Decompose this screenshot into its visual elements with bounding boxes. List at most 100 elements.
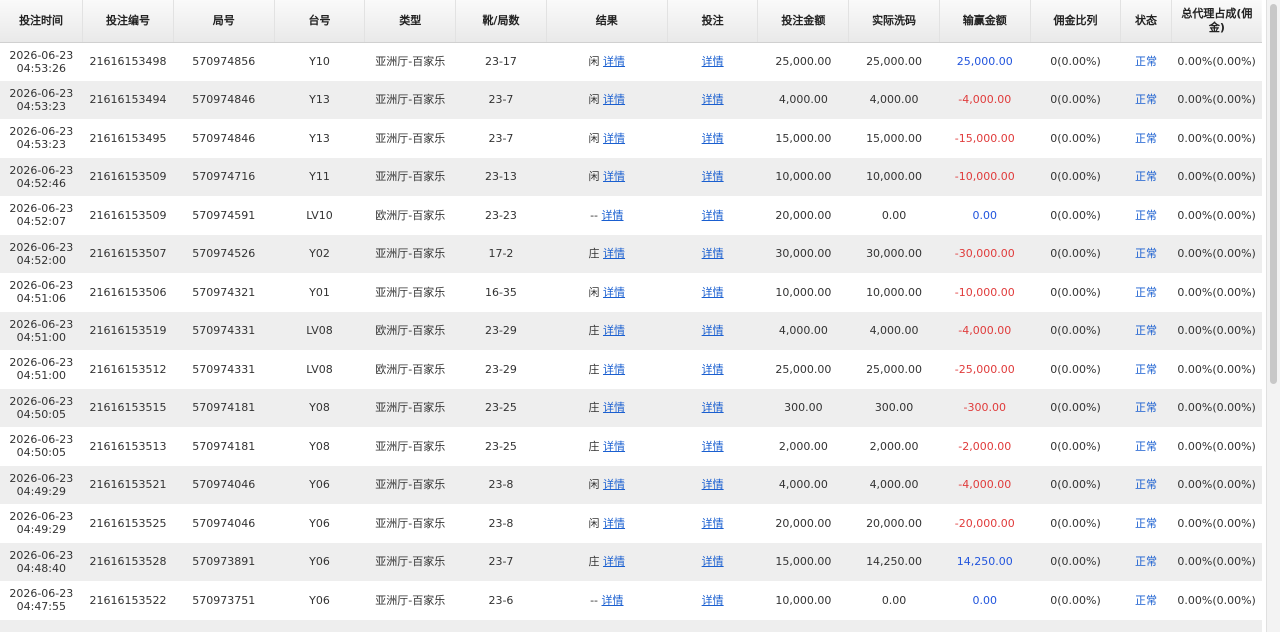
bet-id: 21616153507 [89, 247, 167, 261]
col-header-bet-id: 投注编号 [82, 0, 174, 43]
status-link[interactable]: 正常 [1135, 55, 1157, 68]
status-link[interactable]: 正常 [1135, 440, 1157, 453]
status-link[interactable]: 正常 [1135, 478, 1157, 491]
bet-detail-link[interactable]: 详情 [702, 517, 724, 530]
status-link[interactable]: 正常 [1135, 286, 1157, 299]
type-cell [365, 620, 456, 632]
col-header-status: 状态 [1120, 0, 1172, 43]
bet-detail-link[interactable]: 详情 [702, 55, 724, 68]
vertical-scrollbar[interactable] [1266, 0, 1280, 632]
commission-cell: 0(0.00%) [1030, 119, 1121, 158]
result-detail-link[interactable]: 详情 [603, 324, 625, 337]
type-cell: 亚洲厅-百家乐 [365, 42, 456, 81]
status-link[interactable]: 正常 [1135, 324, 1157, 337]
table-no-cell: Y06 [274, 581, 365, 620]
bet-detail-link[interactable]: 详情 [702, 401, 724, 414]
result-detail-link[interactable]: 详情 [603, 363, 625, 376]
status-link[interactable]: 正常 [1135, 363, 1157, 376]
bet-detail-link[interactable]: 详情 [702, 286, 724, 299]
table-row: 2026-06-23 04:53:26 21616153498 570974856 Y1… [0, 42, 1262, 81]
status-link[interactable]: 正常 [1135, 93, 1157, 106]
agent-share: 0.00%(0.00%) [1177, 170, 1256, 184]
bet-id-cell: 21616153495 [83, 119, 174, 158]
status-cell: 正常 [1121, 543, 1171, 582]
status-cell: 正常 [1121, 581, 1171, 620]
agent-share: 0.00%(0.00%) [1177, 93, 1256, 107]
bet-detail-link[interactable]: 详情 [702, 93, 724, 106]
shoe-cell: 23-25 [456, 389, 547, 428]
round-no: 570974046 [192, 478, 256, 492]
bet-amount: 10,000.00 [775, 285, 832, 299]
result-detail-link[interactable]: 详情 [603, 55, 625, 68]
result-cell: 庄 详情 [546, 427, 667, 466]
bet-id-cell: 21616153521 [83, 466, 174, 505]
shoe-round: 16-35 [484, 285, 517, 299]
agent-share: 0.00%(0.00%) [1177, 285, 1256, 299]
agent-share: 0.00%(0.00%) [1177, 55, 1256, 68]
status-link[interactable]: 正常 [1135, 209, 1157, 222]
table-no: LV08 [306, 362, 333, 376]
status-link[interactable]: 正常 [1135, 594, 1157, 607]
result-detail-link[interactable]: 详情 [603, 478, 625, 491]
wash-cell: 300.00 [849, 389, 940, 428]
bet-detail-link[interactable]: 详情 [702, 247, 724, 260]
status-link[interactable]: 正常 [1135, 401, 1157, 414]
winloss-cell: -4,000.00 [939, 81, 1030, 120]
table-no: Y10 [309, 55, 330, 68]
winloss-cell: -4,000.00 [939, 312, 1030, 351]
result-detail-link[interactable]: 详情 [602, 209, 624, 222]
type-cell: 欧洲厅-百家乐 [365, 350, 456, 389]
bet-amount-cell: 2,000.00 [758, 427, 849, 466]
round-no-cell: 570974321 [173, 273, 274, 312]
result-cell: -- 详情 [546, 196, 667, 235]
result-detail-link[interactable]: 详情 [602, 594, 624, 607]
status-cell: 正常 [1121, 350, 1171, 389]
result-detail-link[interactable]: 详情 [603, 132, 625, 145]
bet-cell: 详情 [667, 196, 758, 235]
agent-share: 0.00%(0.00%) [1177, 208, 1256, 222]
table-no: Y01 [309, 285, 330, 299]
scrollbar-thumb[interactable] [1270, 4, 1277, 384]
table-row: 2026-06-23 04:53:23 21616153495 570974846 Y1… [0, 119, 1262, 158]
result-detail-link[interactable]: 详情 [603, 401, 625, 414]
result-cell: 闲 详情 [546, 158, 667, 197]
result-detail-link[interactable]: 详情 [603, 286, 625, 299]
bet-time: 04:50:05 [16, 446, 67, 460]
result-detail-link[interactable]: 详情 [603, 517, 625, 530]
bet-amount: 20,000.00 [775, 516, 832, 530]
shoe-round: 23-17 [484, 55, 517, 68]
bet-cell: 详情 [667, 312, 758, 351]
commission-cell: 0(0.00%) [1030, 466, 1121, 505]
status-link[interactable]: 正常 [1135, 555, 1157, 568]
status-link[interactable]: 正常 [1135, 517, 1157, 530]
bet-detail-link[interactable]: 详情 [702, 594, 724, 607]
col-header-commission: 佣金比列 [1029, 0, 1121, 43]
type-cell: 亚洲厅-百家乐 [365, 389, 456, 428]
bet-detail-link[interactable]: 详情 [702, 363, 724, 376]
round-no: 570974046 [192, 516, 256, 530]
bet-detail-link[interactable]: 详情 [702, 132, 724, 145]
result-detail-link[interactable]: 详情 [603, 93, 625, 106]
bet-detail-link[interactable]: 详情 [702, 324, 724, 337]
col-header-bet-amount: 投注金额 [757, 0, 849, 43]
result-detail-link[interactable]: 详情 [603, 170, 625, 183]
result-detail-link[interactable]: 详情 [603, 247, 625, 260]
bet-detail-link[interactable]: 详情 [702, 555, 724, 568]
bet-detail-link[interactable]: 详情 [702, 478, 724, 491]
bet-detail-link[interactable]: 详情 [702, 440, 724, 453]
result-cell: 闲 详情 [546, 119, 667, 158]
result-detail-link[interactable]: 详情 [603, 555, 625, 568]
status-link[interactable]: 正常 [1135, 132, 1157, 145]
bet-time: 04:49:29 [16, 484, 67, 498]
bet-detail-link[interactable]: 详情 [702, 209, 724, 222]
shoe-cell: 23-17 [456, 42, 547, 81]
bet-detail-link[interactable]: 详情 [702, 170, 724, 183]
commission-cell: 0(0.00%) [1030, 427, 1121, 466]
status-link[interactable]: 正常 [1135, 170, 1157, 183]
bet-time: 04:51:06 [16, 292, 67, 306]
status-link[interactable]: 正常 [1135, 247, 1157, 260]
bet-time: 04:52:46 [16, 176, 67, 190]
result-detail-link[interactable]: 详情 [603, 440, 625, 453]
table-no-cell: Y08 [274, 427, 365, 466]
col-header-round-no: 局号 [172, 0, 275, 43]
